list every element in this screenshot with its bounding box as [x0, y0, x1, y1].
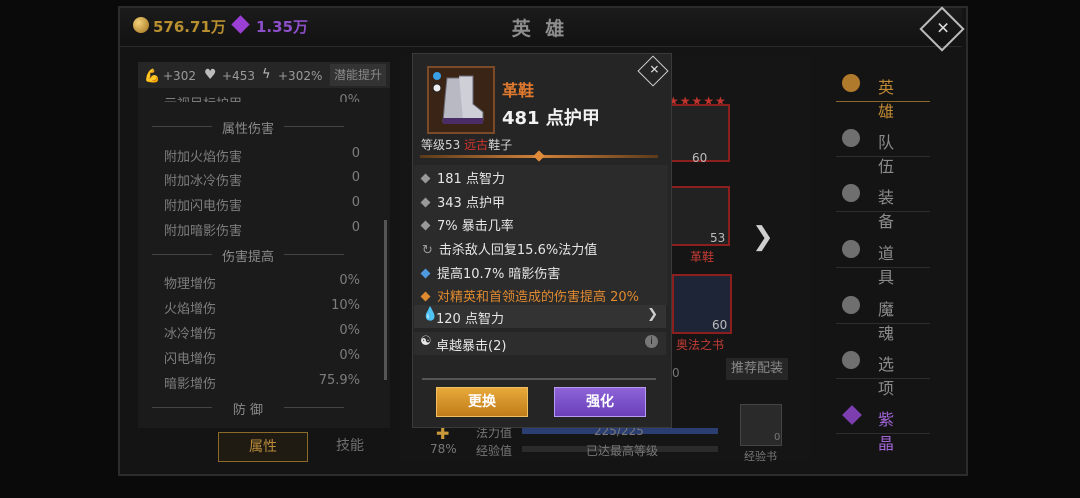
- stat-label: 附加火焰伤害: [164, 150, 243, 165]
- gem-amount: 1.35万: [256, 18, 309, 36]
- boot-icon: [432, 72, 484, 124]
- flame-icon: [842, 296, 860, 314]
- refresh-icon: ↻: [422, 243, 433, 258]
- exp-label: 经验值: [476, 444, 513, 458]
- partial-number: 0: [672, 366, 680, 380]
- lightning-icon: ϟ: [262, 67, 271, 82]
- exp-book-label: 经验书: [744, 450, 777, 463]
- stat-value: 0: [351, 220, 360, 235]
- gold-coin-icon: [133, 17, 149, 33]
- stat-value: 0: [351, 146, 360, 161]
- stat-value: 0: [351, 170, 360, 185]
- set-bonus-row[interactable]: ☯ 卓越暴击(2) i: [414, 332, 666, 355]
- slot-level: 60: [692, 151, 708, 165]
- stat-vitality: +453: [222, 69, 255, 83]
- item-stat: 343 点护甲: [420, 192, 505, 211]
- heart-icon: ♥: [204, 67, 217, 83]
- stat-label: 物理增伤: [164, 277, 217, 292]
- stat-value: 0%: [339, 348, 360, 363]
- nav-options[interactable]: 选 项: [836, 343, 930, 398]
- tab-attributes[interactable]: 属性: [218, 432, 308, 462]
- item-icon: [427, 66, 495, 134]
- section-header-defense: 防 御: [148, 399, 348, 418]
- item-stat: 181 点智力: [420, 168, 505, 187]
- stat-value: 0%: [339, 93, 360, 102]
- section-header-damage: 伤害提高: [148, 246, 348, 265]
- chevron-right-icon[interactable]: ❯: [752, 222, 774, 252]
- crystal-icon: [842, 405, 862, 425]
- nav-team[interactable]: 队 伍: [836, 121, 930, 176]
- stat-label: 附加暗影伤害: [164, 224, 243, 239]
- percent-value: 78%: [430, 442, 457, 456]
- gold-amount: 576.71万: [153, 18, 226, 36]
- close-icon: ✕: [649, 62, 660, 77]
- divider: [422, 378, 656, 380]
- stat-value: 0%: [339, 273, 360, 288]
- item-stat: 7% 暴击几率: [420, 215, 514, 234]
- stat-label: 附加冰冷伤害: [164, 174, 243, 189]
- item-stat-legendary: 对精英和首领造成的伤害提高 20%: [420, 286, 639, 305]
- tab-skills[interactable]: 技能: [306, 432, 394, 460]
- nav-equipment[interactable]: 装 备: [836, 176, 930, 231]
- stat-strength: +302: [163, 69, 196, 83]
- exp-book-count: 0: [774, 432, 781, 443]
- exp-value: 已达最高等级: [586, 444, 659, 458]
- stat-label: 火焰增伤: [164, 302, 217, 317]
- item-armor: 481 点护甲: [502, 108, 600, 129]
- replace-button[interactable]: 更换: [436, 387, 528, 417]
- slot-level: 53: [710, 231, 726, 245]
- strength-icon: 💪: [144, 69, 161, 84]
- stat-label: 冰冷增伤: [164, 327, 217, 342]
- yin-yang-icon: ☯: [420, 334, 432, 349]
- scrollbar[interactable]: [384, 220, 387, 380]
- stat-label: 暗影增伤: [164, 377, 217, 392]
- slot-level: 60: [712, 318, 728, 332]
- item-stat: 提高10.7% 暗影伤害: [420, 263, 560, 282]
- stat-label: 附加闪电伤害: [164, 199, 243, 214]
- item-name: 革鞋: [502, 81, 535, 100]
- nav-soul[interactable]: 魔 魂: [836, 288, 930, 343]
- info-icon[interactable]: i: [645, 335, 658, 348]
- upgrade-button[interactable]: 强化: [554, 387, 646, 417]
- flag-icon: [842, 129, 860, 147]
- gear-icon: [842, 351, 860, 369]
- stat-label: 元视目标护甲: [164, 93, 242, 102]
- item-level-line: 等级53 远古鞋子: [421, 138, 513, 152]
- close-icon: ✕: [936, 18, 950, 38]
- chevron-right-icon: ❯: [647, 307, 658, 322]
- section-header-elemental: 属性伤害: [148, 118, 348, 137]
- hero-icon: [842, 74, 860, 92]
- nav-items[interactable]: 道 具: [836, 232, 930, 287]
- bag-icon: [842, 240, 860, 258]
- stat-label: 闪电增伤: [164, 352, 217, 367]
- stat-value: 0: [351, 195, 360, 210]
- stat-value: 10%: [331, 298, 360, 313]
- item-stat: ↻ 击杀敌人回复15.6%法力值: [422, 243, 598, 258]
- page-title: 英 雄: [511, 18, 569, 40]
- recommended-build-button[interactable]: 推荐配装: [726, 358, 788, 380]
- nav-hero[interactable]: 英 雄: [836, 66, 930, 121]
- stat-attack-speed: +302%: [278, 69, 323, 83]
- socket-gem-row[interactable]: 💧 120 点智力 ❯: [414, 305, 666, 328]
- stat-value: 75.9%: [318, 373, 360, 388]
- slot-label: 奥法之书: [676, 338, 725, 352]
- stat-value: 0%: [339, 323, 360, 338]
- potential-upgrade-button[interactable]: 潜能提升: [330, 64, 386, 86]
- nav-crystal[interactable]: 紫 晶: [836, 398, 930, 453]
- slot-label: 革鞋: [690, 250, 715, 264]
- helmet-icon: [842, 184, 860, 202]
